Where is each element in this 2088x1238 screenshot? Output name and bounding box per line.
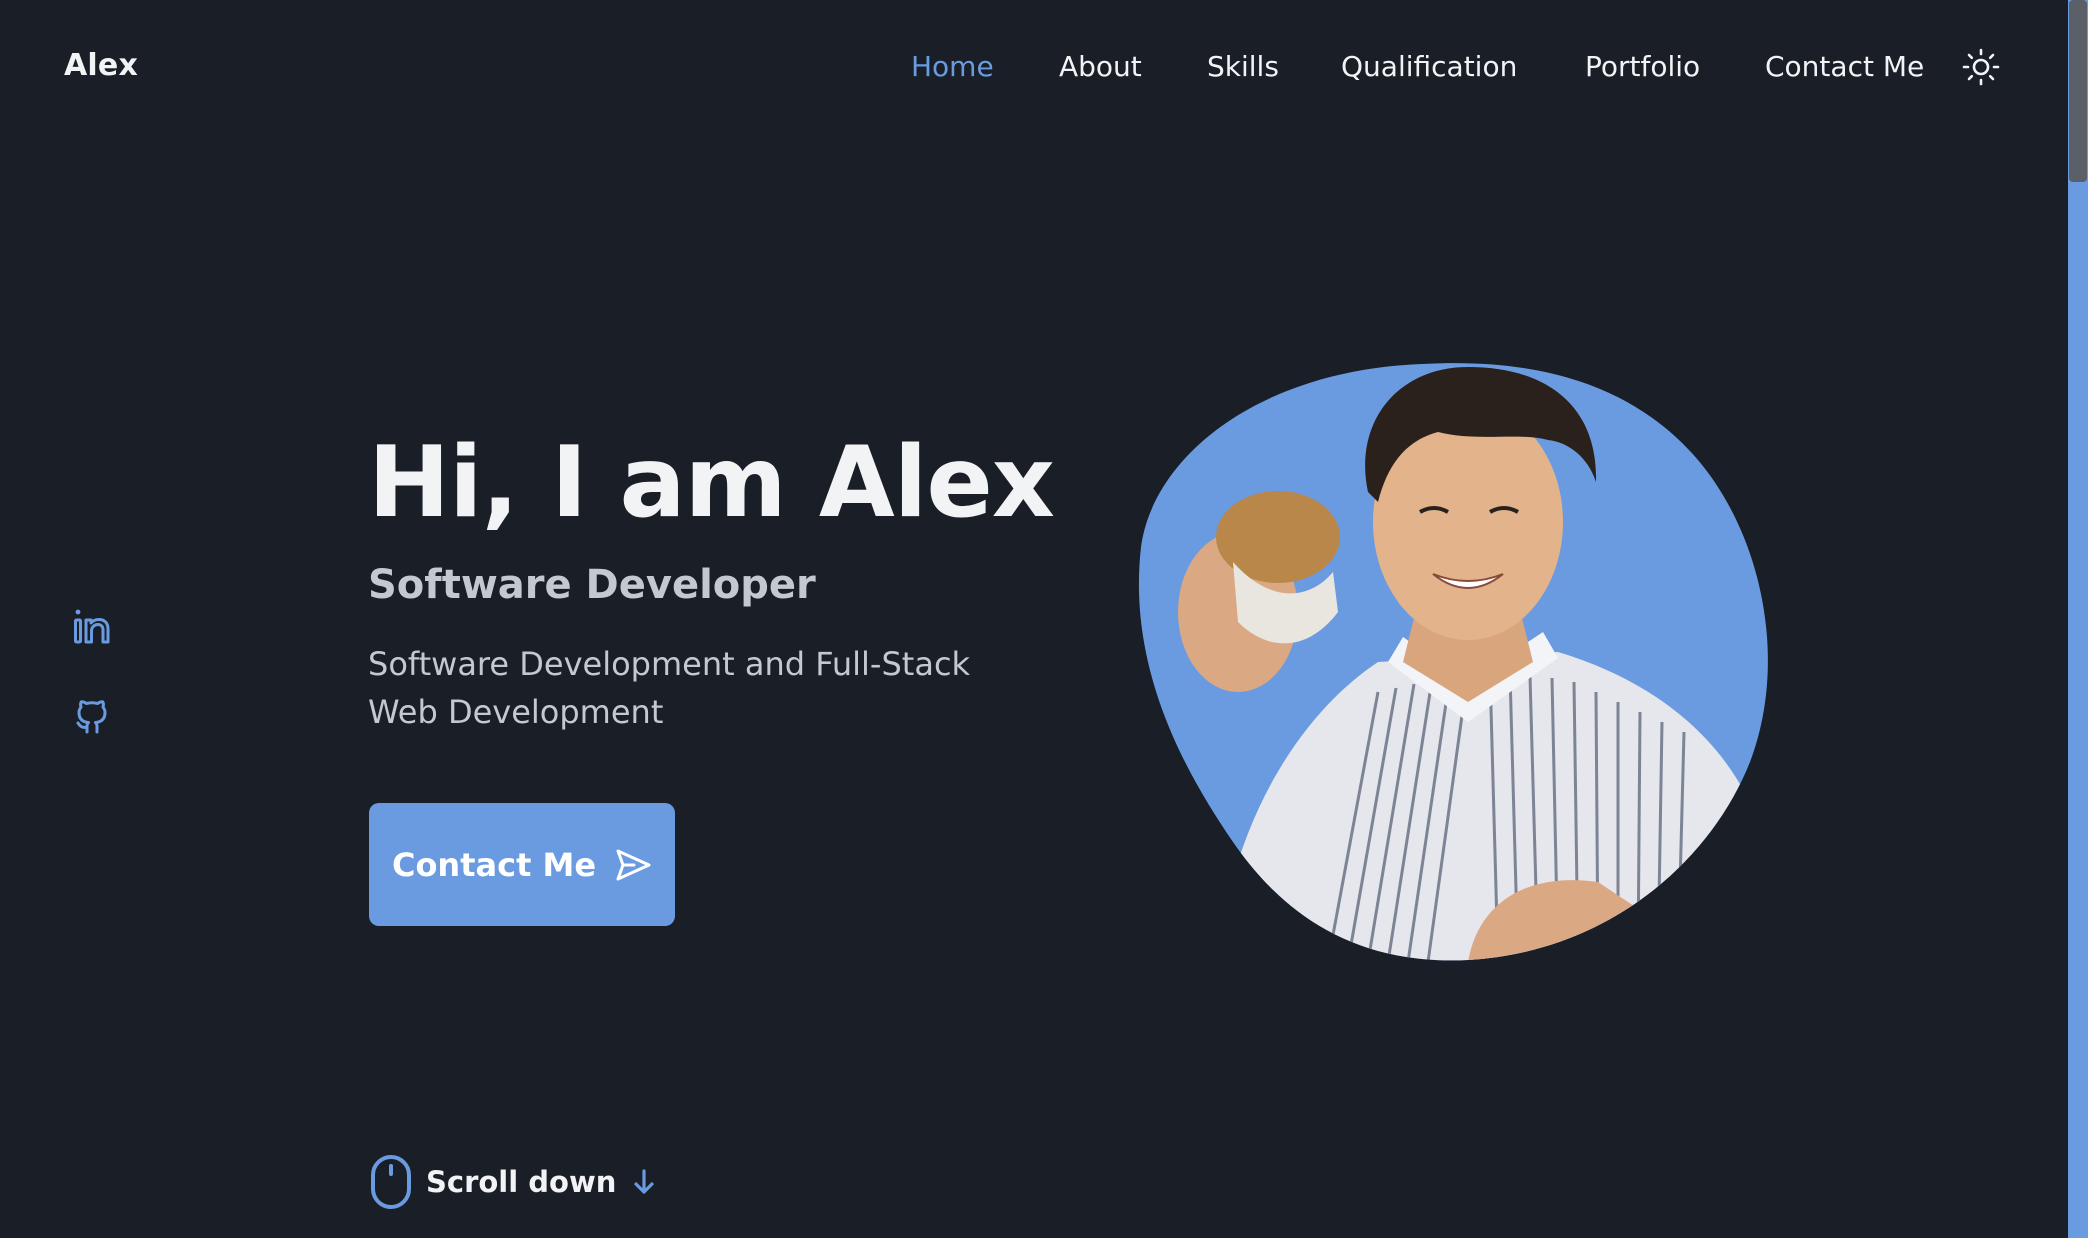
contact-me-button[interactable]: Contact Me xyxy=(369,803,675,926)
page: Alex Home About Skills Qualification Por… xyxy=(0,0,2088,1238)
nav-item-skills[interactable]: Skills xyxy=(1207,50,1279,83)
profile-photo xyxy=(1138,363,1768,961)
github-link[interactable] xyxy=(72,696,112,736)
main-nav: Home About Skills Qualification Portfoli… xyxy=(0,46,2088,90)
theme-toggle-button[interactable] xyxy=(1962,48,2000,86)
nav-item-qualification[interactable]: Qualification xyxy=(1341,50,1517,83)
scrollbar-track[interactable] xyxy=(2068,0,2088,1238)
hero-subtitle: Software Developer xyxy=(368,562,816,608)
nav-item-portfolio[interactable]: Portfolio xyxy=(1585,50,1700,83)
hero-description: Software Development and Full-Stack Web … xyxy=(368,645,971,731)
nav-item-contact[interactable]: Contact Me xyxy=(1765,50,1924,83)
contact-me-button-label: Contact Me xyxy=(391,845,597,884)
arrow-down-icon xyxy=(634,1169,655,1194)
scroll-down-label: Scroll down xyxy=(426,1165,617,1199)
send-icon xyxy=(616,849,651,880)
nav-item-home[interactable]: Home xyxy=(911,50,994,83)
scroll-down-link[interactable]: Scroll down xyxy=(370,1154,658,1210)
scrollbar-thumb[interactable] xyxy=(2069,0,2087,182)
mouse-icon xyxy=(371,1155,411,1209)
linkedin-icon xyxy=(74,609,110,644)
sun-icon xyxy=(1962,48,2000,86)
nav-item-about[interactable]: About xyxy=(1059,50,1142,83)
linkedin-link[interactable] xyxy=(72,606,112,646)
hero-title: Hi, I am Alex xyxy=(368,426,1055,540)
github-icon xyxy=(76,700,107,734)
